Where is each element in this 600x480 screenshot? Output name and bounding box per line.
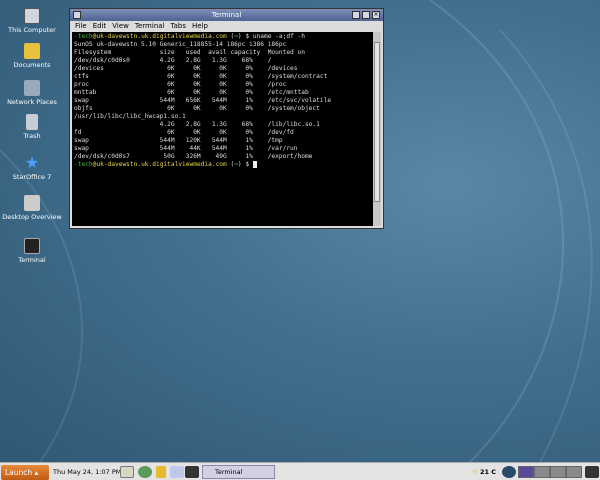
bottom-panel: Launch ▴ Thu May 24, 1:07 PM Terminal ☼ …	[0, 462, 600, 480]
maximize-button[interactable]	[362, 11, 370, 19]
output-line: ctfs 0K 0K 0K 0% /system/contract	[74, 73, 328, 80]
title-bar[interactable]: Terminal ×	[70, 9, 383, 21]
help-icon[interactable]	[156, 466, 166, 478]
icon-label: Desktop Overview	[2, 213, 62, 221]
desktop: This Computer Documents Network Places T…	[0, 0, 600, 462]
folder-icon	[24, 43, 40, 59]
output-line: swap 544M 44K 544M 1% /var/run	[74, 145, 298, 152]
menu-bar: File Edit View Terminal Tabs Help	[70, 21, 383, 32]
close-button[interactable]: ×	[372, 11, 380, 19]
output-line: 4.2G 2.8G 1.3G 68% /lib/libc.so.1	[74, 121, 320, 128]
output-line: proc 0K 0K 0K 0% /proc	[74, 81, 287, 88]
staroffice-icon: ★	[24, 153, 40, 172]
workspace-3[interactable]	[550, 466, 566, 478]
output-line: mnttab 0K 0K 0K 0% /etc/mnttab	[74, 89, 309, 96]
launch-label: Launch	[5, 468, 33, 477]
output-line: SunOS uk-davewstn 5.10 Generic_118855-14…	[74, 41, 287, 48]
desktop-icon-documents[interactable]: Documents	[2, 43, 62, 69]
output-line: /dev/dsk/c0d0s0 4.2G 2.8G 1.3G 68% /	[74, 57, 272, 64]
prompt-user: -tech	[74, 161, 93, 168]
scrollbar-thumb[interactable]	[374, 42, 380, 202]
output-line: /devices 0K 0K 0K 0% /devices	[74, 65, 298, 72]
weather-temp[interactable]: 21 C	[480, 468, 496, 476]
workspace-1[interactable]	[518, 466, 534, 478]
prompt-tail: (~) $	[226, 161, 253, 168]
cursor: _	[252, 161, 257, 168]
minimize-button[interactable]	[352, 11, 360, 19]
clock[interactable]: Thu May 24, 1:07 PM	[53, 468, 121, 476]
weather-icon: ☼	[472, 468, 478, 476]
workspace-4[interactable]	[566, 466, 582, 478]
command: uname -a;df -h	[252, 33, 305, 40]
wallpaper-curve	[499, 29, 593, 462]
output-line: swap 544M 656K 544M 1% /etc/svc/volatile	[74, 97, 332, 104]
menu-file[interactable]: File	[75, 22, 87, 30]
output-line: /dev/dsk/c0d0s7 50G 326M 49G 1% /export/…	[74, 153, 313, 160]
mail-icon[interactable]	[170, 466, 184, 478]
window-menu-icon[interactable]	[73, 11, 81, 19]
prompt-user: -tech	[74, 33, 93, 40]
terminal-window: Terminal × File Edit View Terminal Tabs Help …	[69, 8, 384, 229]
menu-help[interactable]: Help	[192, 22, 208, 30]
desktop-icon-trash[interactable]: Trash	[2, 114, 62, 140]
icon-label: StarOffice 7	[12, 173, 52, 181]
scrollbar[interactable]	[373, 32, 381, 226]
prompt-line: -tech@uk-davewstn.uk.digitalviewmedia.co…	[74, 33, 379, 41]
output-line: objfs 0K 0K 0K 0% /system/object	[74, 105, 320, 112]
desktop-icon-terminal[interactable]: Terminal	[2, 238, 62, 264]
menu-terminal[interactable]: Terminal	[135, 22, 165, 30]
menu-view[interactable]: View	[112, 22, 129, 30]
desktop-icon-staroffice[interactable]: ★ StarOffice 7	[2, 153, 62, 182]
prompt-line: -tech@uk-davewstn.uk.digitalviewmedia.co…	[74, 161, 379, 169]
terminal-output[interactable]: -tech@uk-davewstn.uk.digitalviewmedia.co…	[72, 32, 381, 226]
show-desktop-icon[interactable]	[120, 466, 134, 478]
icon-label: Documents	[13, 61, 51, 69]
terminal-launcher-icon[interactable]	[185, 466, 199, 478]
desktop-icon-this-computer[interactable]: This Computer	[2, 8, 62, 34]
computer-icon	[24, 8, 40, 24]
wallpaper-curve	[429, 0, 564, 462]
prompt-tail: (~) $	[226, 33, 253, 40]
prompt-host: @uk-davewstn.uk.digitalviewmedia.com	[92, 33, 227, 40]
update-icon[interactable]	[502, 466, 516, 478]
monitor-icon[interactable]	[585, 466, 599, 478]
icon-label: Terminal	[18, 256, 46, 264]
menu-edit[interactable]: Edit	[93, 22, 107, 30]
window-title: Terminal	[211, 11, 242, 19]
output-line: fd 0K 0K 0K 0% /dev/fd	[74, 129, 294, 136]
task-label: Terminal	[215, 468, 243, 476]
taskbar-terminal[interactable]: Terminal	[202, 465, 275, 479]
trash-icon	[26, 114, 38, 130]
output-line: swap 544M 120K 544M 1% /tmp	[74, 137, 283, 144]
icon-label: Network Places	[7, 98, 57, 106]
browser-icon[interactable]	[138, 466, 152, 478]
prompt-host: @uk-davewstn.uk.digitalviewmedia.com	[92, 161, 227, 168]
icon-label: Trash	[23, 132, 41, 140]
workspace-2[interactable]	[534, 466, 550, 478]
desktop-overview-icon	[24, 195, 40, 211]
output-line: /usr/lib/libc/libc_hwcap1.so.1	[74, 113, 186, 120]
output-line: Filesystem size used avail capacity Moun…	[74, 49, 305, 56]
terminal-icon	[24, 238, 40, 254]
icon-label: This Computer	[8, 26, 56, 34]
desktop-icon-desktop-overview[interactable]: Desktop Overview	[2, 195, 62, 221]
network-icon	[24, 80, 40, 96]
launch-button[interactable]: Launch ▴	[1, 465, 49, 480]
desktop-icon-network-places[interactable]: Network Places	[2, 80, 62, 106]
menu-tabs[interactable]: Tabs	[171, 22, 187, 30]
